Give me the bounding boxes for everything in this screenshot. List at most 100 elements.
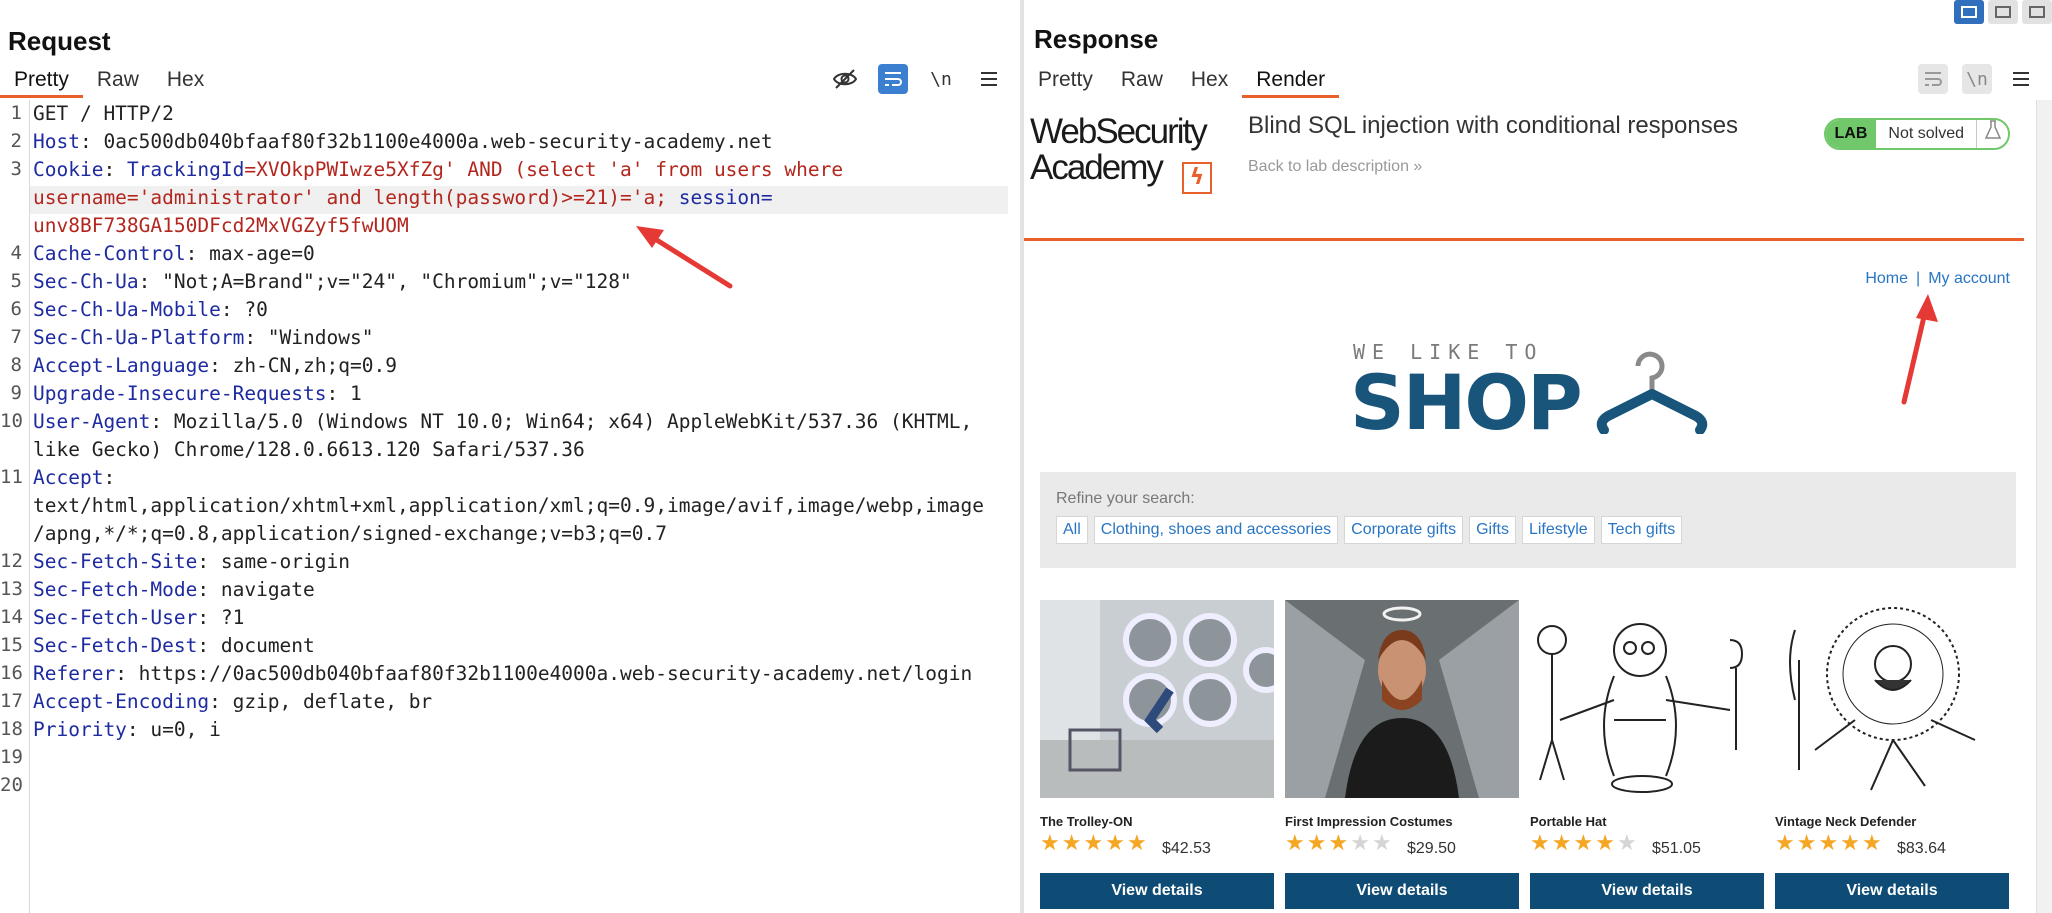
line-number: 11 [0,466,23,488]
wrap-icon[interactable] [878,64,908,94]
menu-icon[interactable] [974,64,1004,94]
tab-pretty[interactable]: Pretty [0,64,83,98]
shop-wordmark: SHOP [1350,358,1583,447]
star-icon: ★ [1083,831,1104,856]
header-line: User-Agent: Mozilla/5.0 (Windows NT 10.0… [33,408,972,436]
line-number: 3 [10,158,22,180]
line-number: 1 [10,102,22,124]
tab-raw[interactable]: Raw [1107,64,1177,98]
lab-status-text: Not solved [1888,125,1964,142]
response-pane: Response Pretty Raw Hex Render \n WebSec… [1024,0,2052,913]
star-icon: ★ [1371,831,1392,856]
tab-hex[interactable]: Hex [1177,64,1242,98]
cookie-payload: =XVOkpPWIwze5XfZg' AND (select 'a' from … [244,158,844,181]
product-image[interactable] [1775,600,2009,798]
line-number: 7 [10,326,22,348]
tab-render[interactable]: Render [1242,64,1340,98]
line-number: 18 [0,718,23,740]
render-scrollbar[interactable] [2036,100,2052,913]
back-to-lab-link[interactable]: Back to lab description » [1248,158,1422,176]
lightning-icon: ϟ [1182,162,1212,194]
star-icon: ★ [1861,831,1882,856]
view-details-button[interactable]: View details [1285,873,1519,909]
product-name[interactable]: Portable Hat [1530,814,1607,829]
wrap-icon[interactable] [1918,64,1948,94]
nav-separator: | [1916,270,1921,287]
header-value: text/html,application/xhtml+xml,applicat… [33,494,984,517]
tab-raw[interactable]: Raw [83,64,153,98]
hanger-icon [1596,351,1708,434]
view-details-button[interactable]: View details [1530,873,1764,909]
star-icon: ★ [1551,831,1572,856]
eye-off-icon[interactable] [830,64,860,94]
header-value: : ?1 [197,606,245,629]
logo-line-1: WebSecurity [1030,112,1208,151]
product-name[interactable]: Vintage Neck Defender [1775,814,1916,829]
refine-search-panel: Refine your search: All Clothing, shoes … [1040,472,2016,568]
product-rating: ★ ★ ★ ★ ★ [1285,832,1392,856]
product-name[interactable]: The Trolley-ON [1040,814,1132,829]
header-name: Cache-Control [33,242,186,265]
product-image[interactable] [1040,600,1274,798]
newline-toggle[interactable]: \n [1962,64,1992,94]
view-details-button[interactable]: View details [1775,873,2009,909]
nav-my-account-link[interactable]: My account [1928,270,2010,287]
header-name: Sec-Ch-Ua-Platform [33,326,245,349]
product-image[interactable] [1285,600,1519,798]
line-number: 12 [0,550,23,572]
star-icon: ★ [1328,831,1349,856]
filter-corporate-gifts[interactable]: Corporate gifts [1344,516,1464,544]
header-cookie: Cookie: TrackingId=XVOkpPWIwze5XfZg' AND… [33,156,843,184]
star-icon: ★ [1595,831,1615,856]
header-name: Sec-Fetch-Site [33,550,198,573]
header-line: Sec-Fetch-User: ?1 [33,604,244,632]
layout-switcher [1954,0,2052,24]
filter-all[interactable]: All [1056,516,1088,544]
star-icon: ★ [1040,831,1060,856]
split-vertical-icon[interactable] [1954,0,1984,24]
line-number: 4 [10,242,22,264]
web-security-academy-logo[interactable]: WebSecurity Academy ϟ [1030,112,1230,194]
star-icon: ★ [1530,831,1550,856]
header-name: Sec-Fetch-Dest [33,634,198,657]
nav-home-link[interactable]: Home [1865,270,1908,287]
flask-icon [1976,120,2008,148]
header-value: : ?0 [220,298,268,321]
single-pane-icon[interactable] [2022,0,2052,24]
filter-gifts[interactable]: Gifts [1469,516,1516,544]
product-name[interactable]: First Impression Costumes [1285,814,1453,829]
line-number-gutter: 1 2 3 4 5 6 7 8 9 10 11 12 13 14 15 16 1… [0,100,30,913]
filter-tech-gifts[interactable]: Tech gifts [1600,516,1683,544]
header-value: : same-origin [197,550,350,573]
newline-toggle[interactable]: \n [926,64,956,94]
header-value: : 0ac500db040bfaaf80f32b1100e4000a.web-s… [79,130,773,153]
header-line: Sec-Fetch-Site: same-origin [33,548,350,576]
menu-icon[interactable] [2006,64,2036,94]
product-price: $51.05 [1652,840,1701,857]
header-divider [1024,238,2024,241]
tab-hex[interactable]: Hex [153,64,218,98]
header-value: like Gecko) Chrome/128.0.6613.120 Safari… [33,438,585,461]
header-line: Sec-Fetch-Mode: navigate [33,576,315,604]
header-value: : Mozilla/5.0 (Windows NT 10.0; Win64; x… [150,410,973,433]
view-details-button[interactable]: View details [1040,873,1274,909]
tab-pretty[interactable]: Pretty [1024,64,1107,98]
header-name: Accept [33,466,104,489]
star-icon: ★ [1126,831,1147,856]
header-cookie-cont: unv8BF738GA150DFcd2MxVGZyf5fwUOM [33,212,409,240]
header-value: : "Windows" [244,326,374,349]
split-horizontal-icon[interactable] [1988,0,2018,24]
header-value: : zh-CN,zh;q=0.9 [209,354,397,377]
product-price: $83.64 [1897,840,1946,857]
product-rating: ★ ★ ★ ★ ★ [1775,832,1882,856]
header-name: Sec-Fetch-User [33,606,198,629]
header-sep: : [103,158,127,181]
annotation-arrow-icon [636,226,733,289]
header-host: Host: 0ac500db040bfaaf80f32b1100e4000a.w… [33,128,773,156]
header-line: Accept: [33,464,115,492]
filter-clothing[interactable]: Clothing, shoes and accessories [1093,516,1339,544]
header-name: User-Agent [33,410,151,433]
star-icon: ★ [1306,831,1327,856]
product-image[interactable] [1530,600,1764,798]
filter-lifestyle[interactable]: Lifestyle [1521,516,1595,544]
